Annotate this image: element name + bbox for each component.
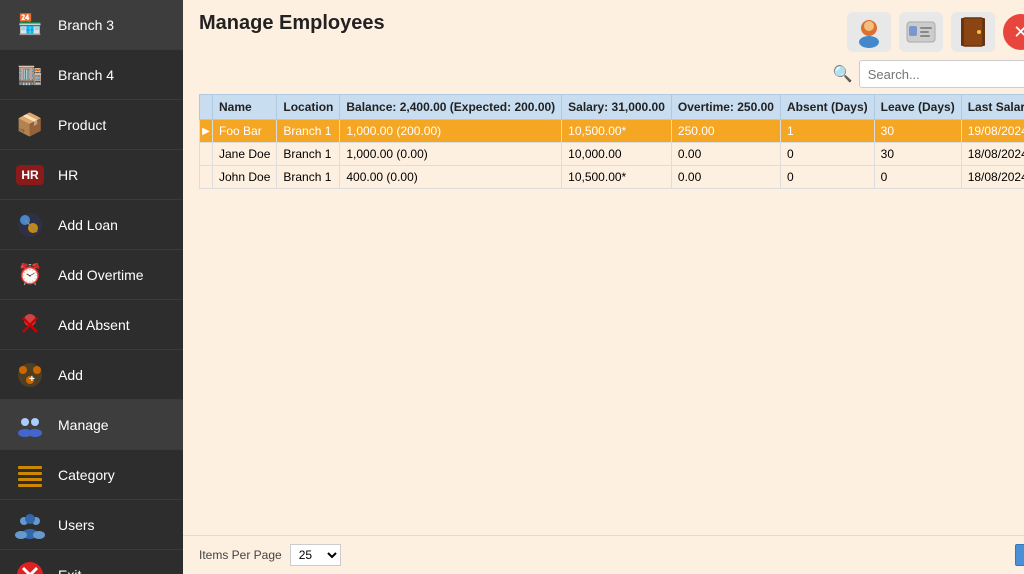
col-salary: Salary: 31,000.00 [562,95,672,120]
sidebar-item-add-label: Add [58,367,83,383]
cell-last_salary: 19/08/2024 [961,120,1024,143]
cell-name: Foo Bar [213,120,277,143]
employee-profile-button[interactable] [847,12,891,52]
branch3-icon: 🏪 [12,7,48,43]
col-overtime: Overtime: 250.00 [671,95,780,120]
row-arrow: ▶ [200,120,213,143]
sidebar-item-users[interactable]: Users [0,500,183,550]
header-actions: ✕ [847,12,1024,52]
cell-name: Jane Doe [213,143,277,166]
branch4-icon: 🏬 [12,57,48,93]
sidebar-item-add-loan[interactable]: Add Loan [0,200,183,250]
col-leave: Leave (Days) [874,95,961,120]
sidebar-item-hr[interactable]: HR HR [0,150,183,200]
sidebar-item-manage[interactable]: Manage [0,400,183,450]
search-input[interactable] [859,60,1024,88]
sidebar-item-add-loan-label: Add Loan [58,217,118,233]
door-button[interactable] [951,12,995,52]
cell-absent: 1 [780,120,874,143]
close-button[interactable]: ✕ [1003,14,1024,50]
col-name: Name [213,95,277,120]
cell-absent: 0 [780,166,874,189]
sidebar-item-users-label: Users [58,517,95,533]
sidebar-item-add-overtime[interactable]: ⏰ Add Overtime [0,250,183,300]
table-container: Name Location Balance: 2,400.00 (Expecte… [183,94,1024,535]
cell-balance: 400.00 (0.00) [340,166,562,189]
sidebar-item-add-absent-label: Add Absent [58,317,130,333]
sidebar-item-branch4[interactable]: 🏬 Branch 4 [0,50,183,100]
add-icon: + [12,357,48,393]
product-icon: 📦 [12,107,48,143]
sidebar-item-branch4-label: Branch 4 [58,67,114,83]
cell-balance: 1,000.00 (0.00) [340,143,562,166]
sidebar-item-hr-label: HR [58,167,78,183]
table-body: ▶Foo BarBranch 11,000.00 (200.00)10,500.… [200,120,1024,189]
cell-leave: 30 [874,120,961,143]
cell-last_salary: 18/08/2024 [961,166,1024,189]
cell-location: Branch 1 [277,143,340,166]
cell-overtime: 250.00 [671,120,780,143]
col-balance: Balance: 2,400.00 (Expected: 200.00) [340,95,562,120]
employees-table: Name Location Balance: 2,400.00 (Expecte… [199,94,1024,189]
sidebar-item-add[interactable]: + Add [0,350,183,400]
col-absent: Absent (Days) [780,95,874,120]
cell-overtime: 0.00 [671,166,780,189]
page-1-button[interactable]: 1 [1015,544,1024,566]
table-row[interactable]: John DoeBranch 1400.00 (0.00)10,500.00*0… [200,166,1024,189]
sidebar-item-category-label: Category [58,467,115,483]
footer: Items Per Page 25 50 100 1 [183,535,1024,574]
sidebar-item-exit-label: Exit [58,567,81,574]
manage-icon [12,407,48,443]
header: Manage Employees [183,0,1024,60]
page-navigation: 1 [1015,544,1024,566]
add-loan-icon [12,207,48,243]
sidebar-item-product-label: Product [58,117,106,133]
col-selector [200,95,213,120]
sidebar-item-add-overtime-label: Add Overtime [58,267,144,283]
users-icon [12,507,48,543]
page-title: Manage Employees [199,12,385,35]
cell-salary: 10,500.00* [562,120,672,143]
id-card-button[interactable] [899,12,943,52]
sidebar: 🏪 Branch 3 🏬 Branch 4 📦 Product HR HR Ad… [0,0,183,574]
cell-absent: 0 [780,143,874,166]
items-per-page-select[interactable]: 25 50 100 [290,544,341,566]
cell-leave: 0 [874,166,961,189]
table-row[interactable]: Jane DoeBranch 11,000.00 (0.00)10,000.00… [200,143,1024,166]
search-icon: 🔍 [833,64,853,84]
svg-text:+: + [29,374,35,385]
hr-icon: HR [12,157,48,193]
row-arrow [200,143,213,166]
cell-salary: 10,000.00 [562,143,672,166]
row-arrow [200,166,213,189]
sidebar-item-exit[interactable]: Exit [0,550,183,574]
sidebar-item-category[interactable]: Category [0,450,183,500]
cell-name: John Doe [213,166,277,189]
cell-last_salary: 18/08/2024 [961,143,1024,166]
table-row[interactable]: ▶Foo BarBranch 11,000.00 (200.00)10,500.… [200,120,1024,143]
search-bar: 🔍 [183,60,1024,94]
main-content: Manage Employees [183,0,1024,574]
items-per-page-label: Items Per Page [199,548,282,562]
cell-balance: 1,000.00 (200.00) [340,120,562,143]
cell-salary: 10,500.00* [562,166,672,189]
cell-leave: 30 [874,143,961,166]
add-absent-icon [12,307,48,343]
sidebar-item-add-absent[interactable]: Add Absent [0,300,183,350]
add-overtime-icon: ⏰ [12,257,48,293]
cell-overtime: 0.00 [671,143,780,166]
table-header-row: Name Location Balance: 2,400.00 (Expecte… [200,95,1024,120]
cell-location: Branch 1 [277,166,340,189]
sidebar-item-product[interactable]: 📦 Product [0,100,183,150]
col-location: Location [277,95,340,120]
col-last-salary: Last Salary [961,95,1024,120]
exit-icon [12,557,48,574]
sidebar-item-manage-label: Manage [58,417,109,433]
sidebar-item-branch3-label: Branch 3 [58,17,114,33]
cell-location: Branch 1 [277,120,340,143]
category-icon [12,457,48,493]
sidebar-item-branch3[interactable]: 🏪 Branch 3 [0,0,183,50]
